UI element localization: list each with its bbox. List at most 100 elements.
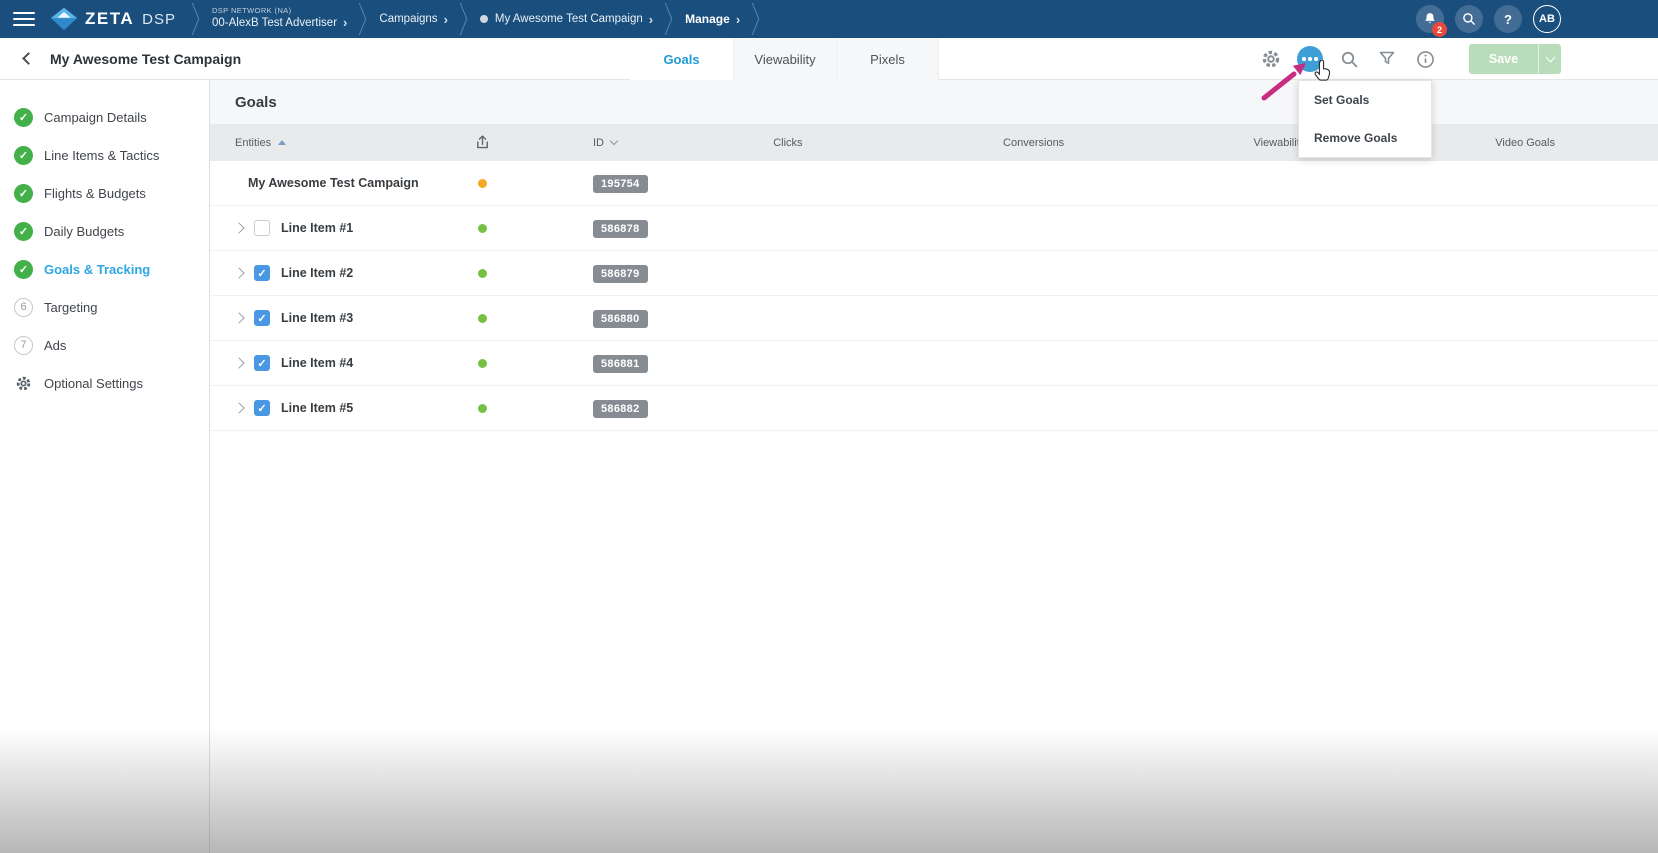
sidebar-item-optional-settings[interactable]: Optional Settings — [0, 364, 209, 402]
header-action-icons — [1259, 38, 1437, 80]
row-checkbox[interactable] — [254, 220, 270, 236]
row-checkbox[interactable] — [254, 355, 270, 371]
row-checkbox[interactable] — [254, 265, 270, 281]
save-button-label: Save — [1488, 52, 1519, 66]
table-row-line-item-1[interactable]: Line Item #1 586878 — [210, 206, 1658, 251]
user-avatar[interactable]: AB — [1533, 5, 1561, 33]
breadcrumb-separator-icon — [750, 4, 762, 34]
expand-chevron-icon[interactable] — [233, 222, 245, 234]
menu-item-remove-goals[interactable]: Remove Goals — [1299, 119, 1431, 157]
step-number-icon: 6 — [14, 297, 33, 317]
entity-name: Line Item #2 — [281, 266, 354, 280]
entity-name: Line Item #5 — [281, 401, 354, 415]
column-video-goals: Video Goals — [1495, 136, 1555, 149]
header-tabs: Goals Viewability Pixels — [630, 38, 939, 80]
table-row-campaign[interactable]: My Awesome Test Campaign 195754 — [210, 161, 1658, 206]
top-nav-actions: 2 ? AB — [1416, 5, 1561, 37]
tab-goals[interactable]: Goals — [630, 38, 733, 80]
sidebar-item-ads[interactable]: 7 Ads — [0, 326, 209, 364]
check-circle-icon — [14, 221, 33, 241]
chevron-right-icon: › — [648, 11, 654, 27]
funnel-icon — [1379, 51, 1395, 65]
sidebar-item-goals-tracking[interactable]: Goals & Tracking — [0, 250, 209, 288]
tab-viewability[interactable]: Viewability — [733, 38, 836, 80]
status-dot-icon — [478, 313, 487, 323]
save-dropdown-caret[interactable] — [1538, 44, 1561, 74]
expand-chevron-icon[interactable] — [233, 312, 245, 324]
save-button[interactable]: Save — [1469, 44, 1561, 74]
chevron-left-icon — [21, 52, 35, 65]
expand-chevron-icon[interactable] — [233, 402, 245, 414]
menu-item-set-goals[interactable]: Set Goals — [1299, 81, 1431, 119]
breadcrumb-separator-icon — [190, 4, 202, 34]
row-checkbox[interactable] — [254, 310, 270, 326]
chevron-right-icon: › — [343, 15, 348, 31]
chevron-down-icon — [1545, 52, 1555, 63]
dot-icon — [1314, 57, 1318, 61]
page-header: My Awesome Test Campaign Goals Viewabili… — [0, 38, 1658, 80]
goals-actions-menu: Set Goals Remove Goals — [1298, 80, 1432, 158]
chevron-right-icon: › — [735, 11, 741, 27]
breadcrumb-campaign[interactable]: My Awesome Test Campaign › — [479, 11, 654, 27]
status-dot-icon — [478, 403, 487, 413]
help-button[interactable]: ? — [1494, 5, 1522, 33]
tab-pixels[interactable]: Pixels — [836, 38, 939, 80]
table-row-line-item-5[interactable]: Line Item #5 586882 — [210, 386, 1658, 431]
campaign-steps-sidebar: Campaign Details Line Items & Tactics Fl… — [0, 80, 210, 853]
network-label: DSP NETWORK (NA) — [211, 5, 292, 15]
zeta-diamond-icon — [50, 7, 78, 31]
chevron-down-icon — [609, 136, 619, 146]
global-search-button[interactable] — [1455, 5, 1483, 33]
expand-chevron-icon[interactable] — [233, 267, 245, 279]
section-bar: Goals — [210, 80, 1658, 124]
status-dot-icon — [478, 268, 487, 278]
row-checkbox[interactable] — [254, 400, 270, 416]
notifications-button[interactable]: 2 — [1416, 5, 1447, 37]
id-badge: 195754 — [593, 175, 648, 193]
breadcrumb-campaigns-label: Campaigns — [379, 13, 438, 25]
check-circle-icon — [14, 145, 33, 165]
info-button[interactable] — [1413, 47, 1437, 71]
gear-icon — [14, 374, 33, 393]
id-badge: 586878 — [593, 220, 648, 238]
table-row-line-item-2[interactable]: Line Item #2 586879 — [210, 251, 1658, 296]
entity-name: Line Item #4 — [281, 356, 354, 370]
id-badge: 586881 — [593, 355, 648, 373]
entity-name: Line Item #1 — [281, 221, 354, 235]
back-button[interactable] — [18, 49, 38, 69]
table-row-line-item-4[interactable]: Line Item #4 586881 — [210, 341, 1658, 386]
filter-button[interactable] — [1375, 47, 1399, 71]
expand-chevron-icon[interactable] — [233, 357, 245, 369]
entity-name: My Awesome Test Campaign — [248, 176, 419, 190]
dot-icon — [1308, 57, 1312, 61]
column-entities[interactable]: Entities — [235, 137, 450, 149]
search-icon — [1341, 51, 1357, 67]
breadcrumb-manage[interactable]: Manage › — [685, 12, 740, 27]
check-circle-icon — [14, 107, 33, 127]
zeta-dsp-logo[interactable]: ZETA DSP — [50, 6, 176, 32]
sidebar-item-line-items-tactics[interactable]: Line Items & Tactics — [0, 136, 209, 174]
sort-ascending-icon — [278, 140, 287, 145]
id-badge: 586880 — [593, 310, 648, 328]
info-icon — [1416, 50, 1434, 68]
sidebar-item-campaign-details[interactable]: Campaign Details — [0, 98, 209, 136]
column-id[interactable]: ID — [515, 137, 665, 149]
table-row-line-item-3[interactable]: Line Item #3 586880 — [210, 296, 1658, 341]
column-clicks: Clicks — [773, 136, 803, 149]
breadcrumb-advertiser[interactable]: DSP NETWORK (NA) 00-AlexB Test Advertise… — [212, 6, 347, 33]
column-export[interactable] — [450, 134, 515, 151]
breadcrumb-campaigns[interactable]: Campaigns › — [379, 12, 448, 27]
more-actions-button[interactable] — [1297, 46, 1323, 72]
sidebar-item-flights-budgets[interactable]: Flights & Budgets — [0, 174, 209, 212]
sidebar-item-daily-budgets[interactable]: Daily Budgets — [0, 212, 209, 250]
brand-name: ZETA — [85, 9, 135, 28]
hamburger-menu-icon[interactable] — [8, 5, 40, 33]
entity-name: Line Item #3 — [281, 311, 354, 325]
sidebar-item-targeting[interactable]: 6 Targeting — [0, 288, 209, 326]
status-dot-icon — [478, 178, 487, 188]
table-search-button[interactable] — [1337, 47, 1361, 71]
settings-gear-button[interactable] — [1259, 47, 1283, 71]
search-icon — [1463, 13, 1475, 25]
dot-icon — [1302, 57, 1306, 61]
notification-count-badge: 2 — [1432, 22, 1447, 37]
